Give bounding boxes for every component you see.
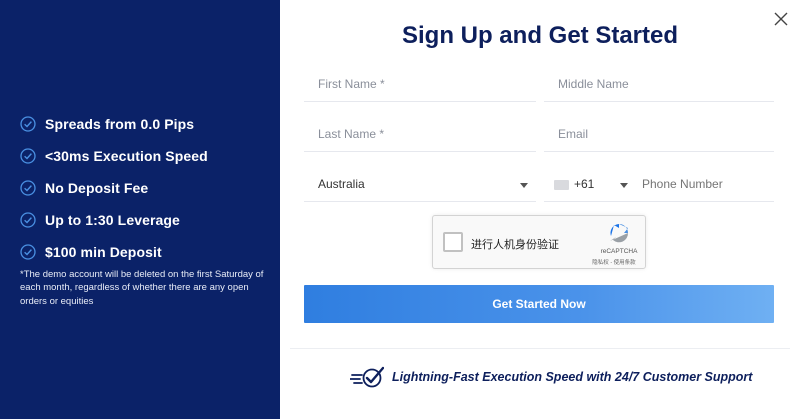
signup-form-panel: Sign Up and Get Started Australia +61 进行… xyxy=(280,0,800,419)
speed-check-icon xyxy=(349,366,385,388)
flag-icon xyxy=(554,180,569,190)
feature-item: Up to 1:30 Leverage xyxy=(20,204,208,236)
check-circle-icon xyxy=(20,148,36,164)
feature-label: $100 min Deposit xyxy=(45,244,162,260)
feature-item: $100 min Deposit xyxy=(20,236,208,268)
phone-number-field[interactable] xyxy=(634,166,774,202)
middle-name-field[interactable] xyxy=(544,66,774,102)
get-started-button[interactable]: Get Started Now xyxy=(304,285,774,323)
check-circle-icon xyxy=(20,212,36,228)
check-circle-icon xyxy=(20,244,36,260)
first-name-input[interactable] xyxy=(318,77,536,91)
form-title: Sign Up and Get Started xyxy=(401,22,679,49)
recaptcha-checkbox[interactable] xyxy=(443,232,463,252)
feature-list: Spreads from 0.0 Pips <30ms Execution Sp… xyxy=(20,108,208,268)
first-name-field[interactable] xyxy=(304,66,536,102)
email-field[interactable] xyxy=(544,116,774,152)
check-circle-icon xyxy=(20,180,36,196)
phone-code-value: +61 xyxy=(574,177,595,191)
recaptcha-links[interactable]: 隐私权 - 使用条款 xyxy=(589,258,639,266)
email-input[interactable] xyxy=(558,127,774,141)
divider xyxy=(290,348,790,349)
chevron-down-icon xyxy=(620,183,628,188)
feature-item: <30ms Execution Speed xyxy=(20,140,208,172)
chevron-down-icon xyxy=(520,183,528,188)
phone-number-input[interactable] xyxy=(642,177,774,191)
tagline: Lightning-Fast Execution Speed with 24/7… xyxy=(349,366,753,388)
recaptcha-brand: reCAPTCHA xyxy=(600,248,638,255)
left-panel: Spreads from 0.0 Pips <30ms Execution Sp… xyxy=(0,0,280,419)
recaptcha-label: 进行人机身份验证 xyxy=(471,239,559,251)
recaptcha-logo-icon xyxy=(607,222,631,244)
feature-label: <30ms Execution Speed xyxy=(45,148,208,164)
check-circle-icon xyxy=(20,116,36,132)
tagline-text: Lightning-Fast Execution Speed with 24/7… xyxy=(392,370,753,384)
feature-label: Spreads from 0.0 Pips xyxy=(45,116,195,132)
country-value: Australia xyxy=(318,177,365,191)
demo-disclaimer: *The demo account will be deleted on the… xyxy=(20,269,264,307)
country-select[interactable]: Australia xyxy=(304,166,536,202)
feature-label: No Deposit Fee xyxy=(45,180,149,196)
phone-code-select[interactable]: +61 xyxy=(544,166,634,202)
last-name-field[interactable] xyxy=(304,116,536,152)
feature-item: No Deposit Fee xyxy=(20,172,208,204)
feature-item: Spreads from 0.0 Pips xyxy=(20,108,208,140)
recaptcha-widget: 进行人机身份验证 reCAPTCHA 隐私权 - 使用条款 xyxy=(432,215,646,269)
feature-label: Up to 1:30 Leverage xyxy=(45,212,180,228)
middle-name-input[interactable] xyxy=(558,77,774,91)
last-name-input[interactable] xyxy=(318,127,536,141)
